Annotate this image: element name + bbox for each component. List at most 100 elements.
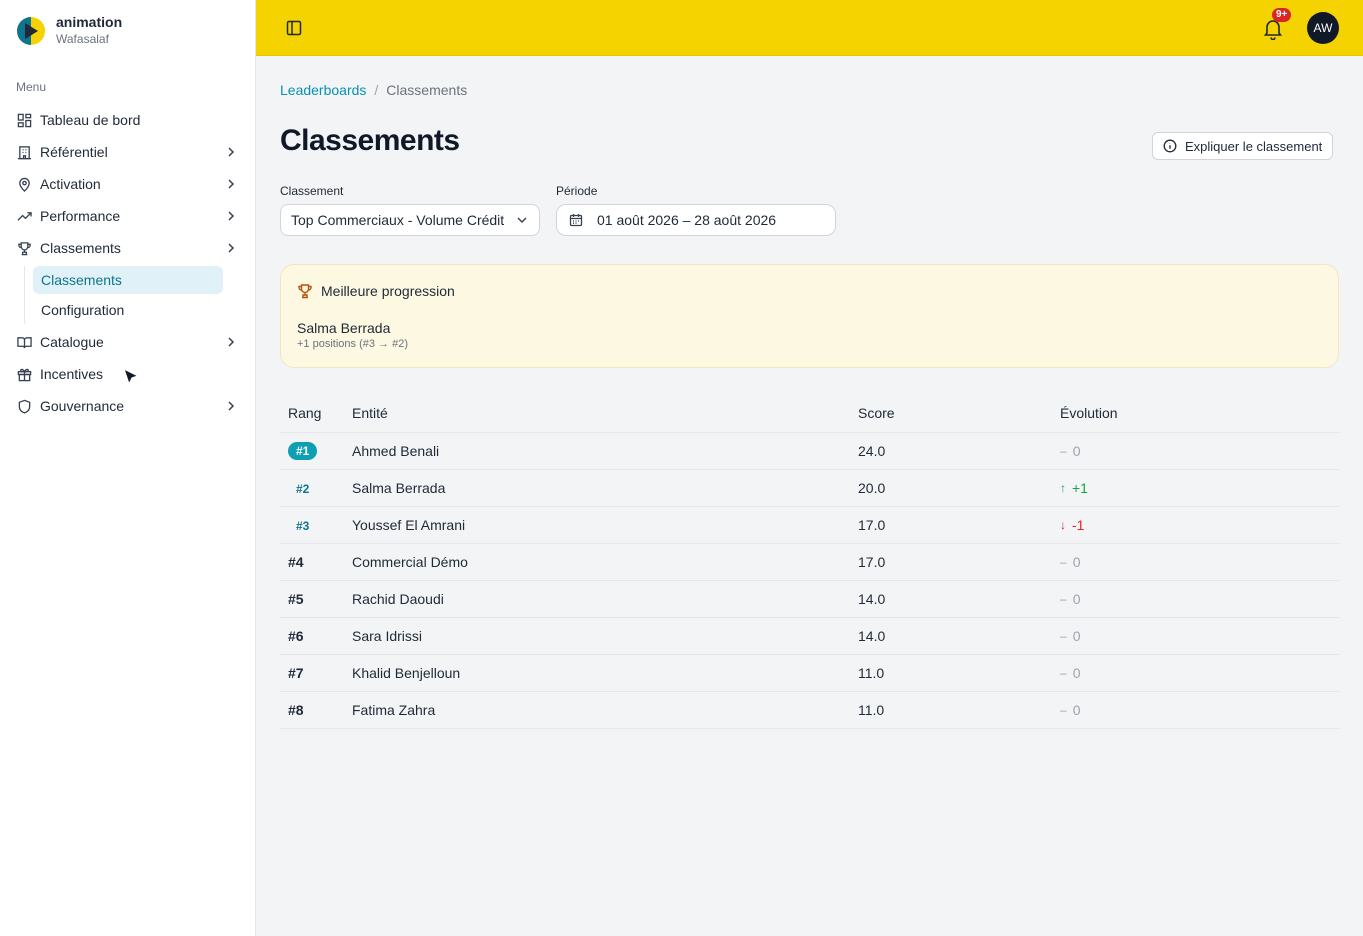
evolution-cell: –0 bbox=[1060, 443, 1339, 459]
evolution-value: 0 bbox=[1072, 665, 1081, 681]
rank-cell: #5 bbox=[280, 591, 352, 607]
entity-cell: Salma Berrada bbox=[352, 480, 446, 496]
sidebar-item-referentiel[interactable]: Référentiel bbox=[8, 136, 248, 168]
classement-select[interactable]: Top Commerciaux - Volume Crédit bbox=[280, 204, 540, 236]
column-header-entity: Entité bbox=[352, 405, 388, 421]
rank-label: #5 bbox=[288, 591, 304, 607]
trophy-icon bbox=[298, 284, 312, 299]
entity-cell: Youssef El Amrani bbox=[352, 517, 466, 533]
column-header-score: Score bbox=[858, 405, 895, 421]
evolution-cell: –0 bbox=[1060, 665, 1339, 681]
evolution-value: 0 bbox=[1072, 554, 1081, 570]
sidebar-subitem-configuration[interactable]: Configuration bbox=[33, 296, 223, 324]
shield-icon bbox=[16, 398, 32, 414]
sidebar-submenu-classements: Classements Configuration bbox=[24, 266, 248, 324]
chevron-right-icon bbox=[228, 401, 235, 411]
leaderboard-table: Rang Entité Score Évolution #1 Ahmed Bena… bbox=[280, 394, 1339, 729]
score-cell: 17.0 bbox=[858, 554, 886, 570]
page-title: Classements bbox=[280, 124, 460, 157]
rank-cell: #4 bbox=[280, 554, 352, 570]
map-pin-icon bbox=[16, 176, 32, 192]
rank-label: #6 bbox=[288, 628, 304, 644]
score-cell: 17.0 bbox=[858, 517, 886, 533]
sidebar-item-catalogue[interactable]: Catalogue bbox=[8, 326, 248, 358]
evolution-value: 0 bbox=[1072, 702, 1081, 718]
sidebar-item-label: Performance bbox=[40, 208, 121, 224]
gift-icon bbox=[16, 366, 32, 382]
sidebar-item-label: Catalogue bbox=[40, 334, 104, 350]
sidebar-item-classements[interactable]: Classements bbox=[8, 232, 248, 264]
dash-icon: – bbox=[1060, 592, 1067, 606]
score-cell: 14.0 bbox=[858, 591, 886, 607]
rank-label: #8 bbox=[288, 702, 304, 718]
sidebar-item-label: Tableau de bord bbox=[40, 112, 141, 128]
chevron-right-icon bbox=[228, 243, 235, 253]
score-cell: 11.0 bbox=[858, 665, 885, 681]
rank-label: #3 bbox=[296, 519, 310, 533]
evolution-cell: –0 bbox=[1060, 702, 1339, 718]
trending-up-icon bbox=[16, 208, 32, 224]
arrow-up-icon: ↑ bbox=[1060, 481, 1066, 495]
table-row[interactable]: #6 Sara Idrissi 14.0 –0 bbox=[280, 618, 1339, 655]
trophy-icon bbox=[16, 240, 32, 256]
dash-icon: – bbox=[1060, 703, 1067, 717]
score-cell: 14.0 bbox=[858, 628, 886, 644]
sidebar-toggle-icon[interactable] bbox=[284, 19, 304, 37]
entity-cell: Ahmed Benali bbox=[352, 443, 440, 459]
rank-cell: #6 bbox=[280, 628, 352, 644]
rank-cell: #8 bbox=[280, 702, 352, 718]
table-row[interactable]: #5 Rachid Daoudi 14.0 –0 bbox=[280, 581, 1339, 618]
best-progression-name: Salma Berrada bbox=[297, 320, 391, 336]
sidebar-item-label: Référentiel bbox=[40, 144, 108, 160]
score-cell: 11.0 bbox=[858, 702, 885, 718]
table-row[interactable]: #4 Commercial Démo 17.0 –0 bbox=[280, 544, 1339, 581]
dash-icon: – bbox=[1060, 444, 1067, 458]
mouse-cursor-icon bbox=[122, 367, 140, 386]
table-row[interactable]: #1 Ahmed Benali 24.0 –0 bbox=[280, 433, 1339, 470]
evolution-value: -1 bbox=[1072, 517, 1085, 533]
table-row[interactable]: #2 Salma Berrada 20.0 ↑ +1 bbox=[280, 470, 1339, 507]
building-icon bbox=[16, 144, 32, 160]
dash-icon: – bbox=[1060, 555, 1067, 569]
dash-icon: – bbox=[1060, 666, 1067, 680]
brand-title: animation bbox=[56, 14, 123, 30]
book-icon bbox=[16, 334, 32, 350]
periode-date-picker[interactable]: 01 août 2026 – 28 août 2026 bbox=[556, 204, 836, 236]
evolution-cell: ↓ -1 bbox=[1060, 517, 1339, 533]
evolution-cell: ↑ +1 bbox=[1060, 480, 1339, 496]
topbar: 9+ AW bbox=[256, 0, 1363, 56]
entity-cell: Commercial Démo bbox=[352, 554, 468, 570]
table-row[interactable]: #8 Fatima Zahra 11.0 –0 bbox=[280, 692, 1339, 729]
rank-cell: #1 bbox=[280, 442, 352, 460]
evolution-cell: –0 bbox=[1060, 554, 1339, 570]
periode-date-value: 01 août 2026 – 28 août 2026 bbox=[597, 212, 777, 228]
rank-cell: #2 bbox=[280, 480, 352, 496]
chevron-right-icon bbox=[228, 211, 235, 221]
sidebar-item-activation[interactable]: Activation bbox=[8, 168, 248, 200]
evolution-cell: –0 bbox=[1060, 628, 1339, 644]
entity-cell: Fatima Zahra bbox=[352, 702, 436, 718]
rank-label: #4 bbox=[288, 554, 304, 570]
sidebar-subitem-classements[interactable]: Classements bbox=[33, 266, 223, 294]
evolution-value: 0 bbox=[1072, 628, 1081, 644]
chevron-right-icon bbox=[228, 179, 235, 189]
avatar[interactable]: AW bbox=[1307, 12, 1339, 44]
table-row[interactable]: #7 Khalid Benjelloun 11.0 –0 bbox=[280, 655, 1339, 692]
breadcrumb-link-leaderboards[interactable]: Leaderboards bbox=[280, 82, 366, 98]
evolution-value: 0 bbox=[1072, 591, 1081, 607]
table-body: #1 Ahmed Benali 24.0–0 #2 Salma Berrada 20.0 ↑… bbox=[280, 433, 1339, 729]
info-icon bbox=[1163, 139, 1177, 153]
sidebar-item-gouvernance[interactable]: Gouvernance bbox=[8, 390, 248, 422]
breadcrumb-separator: / bbox=[374, 82, 379, 98]
sidebar-item-tableau-de-bord[interactable]: Tableau de bord bbox=[8, 104, 248, 136]
sidebar-item-label: Classements bbox=[40, 240, 121, 256]
explain-ranking-button[interactable]: Expliquer le classement bbox=[1152, 132, 1334, 160]
table-row[interactable]: #3 Youssef El Amrani 17.0 ↓ -1 bbox=[280, 507, 1339, 544]
column-header-rank: Rang bbox=[288, 405, 322, 421]
breadcrumb-current: Classements bbox=[386, 82, 468, 98]
chevron-right-icon bbox=[228, 337, 235, 347]
brand[interactable]: animation Wafasalaf bbox=[16, 14, 122, 47]
evolution-cell: –0 bbox=[1060, 591, 1339, 607]
rank-badge: #1 bbox=[288, 442, 318, 460]
sidebar-item-performance[interactable]: Performance bbox=[8, 200, 248, 232]
